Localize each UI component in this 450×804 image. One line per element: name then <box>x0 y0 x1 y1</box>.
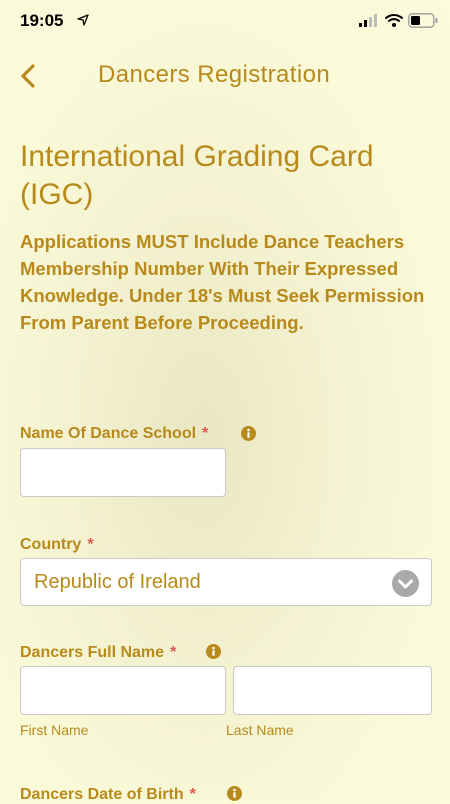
dancer-name-label-text: Dancers Full Name <box>20 644 165 661</box>
school-label-text: Name Of Dance School <box>20 425 197 442</box>
country-select-value: Republic of Ireland <box>34 571 201 593</box>
country-label-text: Country <box>20 536 82 553</box>
dob-label: Dancers Date of Birth * <box>20 786 196 804</box>
info-icon[interactable] <box>206 644 221 659</box>
first-name-sublabel: First Name <box>20 722 89 738</box>
school-label: Name Of Dance School * <box>20 425 208 443</box>
location-arrow-icon <box>77 14 89 26</box>
country-select[interactable]: Republic of Ireland <box>20 558 432 606</box>
school-name-input[interactable] <box>20 448 226 497</box>
info-icon[interactable] <box>227 786 242 801</box>
required-marker: * <box>87 536 94 553</box>
wifi-icon <box>385 14 403 27</box>
info-icon[interactable] <box>241 426 256 441</box>
dob-label-text: Dancers Date of Birth <box>20 786 184 803</box>
dancer-name-label: Dancers Full Name * <box>20 644 176 662</box>
status-time: 19:05 <box>20 11 64 30</box>
status-bar: 19:05 <box>0 0 450 44</box>
back-chevron-icon[interactable] <box>14 62 42 90</box>
nav-bar: Dancers Registration <box>0 44 450 108</box>
required-marker: * <box>189 786 196 803</box>
last-name-sublabel: Last Name <box>226 722 294 738</box>
last-name-input[interactable] <box>233 666 432 715</box>
page-title: International Grading Card (IGC) <box>20 140 374 211</box>
country-label: Country * <box>20 536 94 554</box>
notice-text: Applications MUST Include Dance Teachers… <box>20 231 425 333</box>
battery-icon <box>408 13 438 28</box>
nav-title: Dancers Registration <box>98 61 331 88</box>
cellular-signal-icon <box>359 14 377 27</box>
first-name-input[interactable] <box>20 666 226 715</box>
required-marker: * <box>170 644 177 661</box>
chevron-down-icon <box>392 570 419 597</box>
required-marker: * <box>202 425 209 442</box>
